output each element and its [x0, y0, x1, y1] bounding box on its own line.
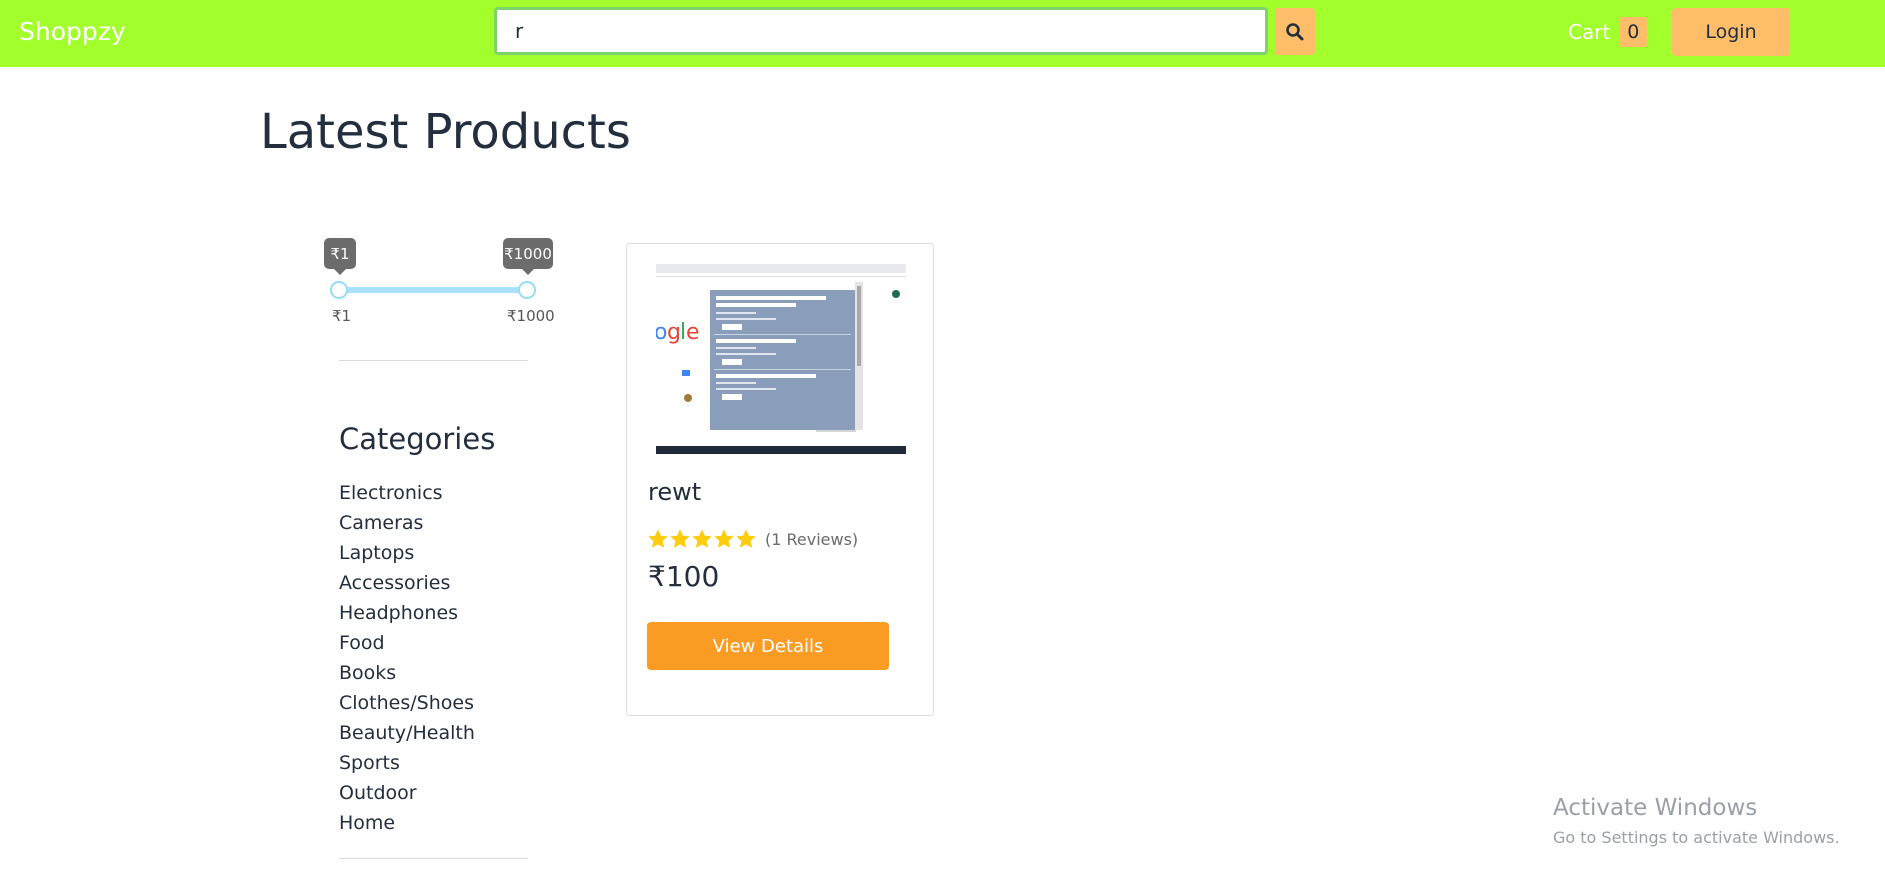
search-button[interactable]	[1275, 8, 1315, 55]
max-price-handle[interactable]	[518, 281, 536, 299]
product-card: o g l e rewt (1 Reviews) ₹100 View Detai…	[626, 243, 934, 716]
product-price: ₹100	[648, 560, 720, 593]
product-image[interactable]: o g l e	[656, 264, 906, 454]
svg-text:o: o	[656, 320, 667, 345]
category-item[interactable]: Clothes/Shoes	[339, 688, 475, 718]
category-item[interactable]: Accessories	[339, 568, 475, 598]
price-range-slider: ₹1 ₹1000 ₹1 ₹1000	[320, 236, 560, 336]
category-item[interactable]: Headphones	[339, 598, 475, 628]
slider-track[interactable]	[339, 287, 528, 293]
cart-count-badge: 0	[1619, 17, 1648, 47]
search-icon	[1286, 22, 1304, 40]
product-screenshot-image: o g l e	[656, 264, 906, 454]
brand-logo[interactable]: Shoppzy	[19, 15, 126, 49]
search-input[interactable]	[494, 7, 1268, 55]
category-item[interactable]: Electronics	[339, 478, 475, 508]
category-item[interactable]: Laptops	[339, 538, 475, 568]
categories-divider	[339, 858, 528, 859]
max-price-mark: ₹1000	[507, 307, 555, 325]
navbar: Shoppzy Cart 0 Login	[0, 0, 1885, 67]
filter-divider	[339, 360, 528, 361]
category-item[interactable]: Cameras	[339, 508, 475, 538]
cart-link[interactable]: Cart 0	[1568, 17, 1648, 47]
min-price-handle[interactable]	[330, 281, 348, 299]
categories-title: Categories	[339, 422, 496, 456]
svg-text:e: e	[686, 320, 700, 345]
view-details-button[interactable]: View Details	[647, 622, 889, 670]
category-item[interactable]: Outdoor	[339, 778, 475, 808]
star-icon	[736, 529, 756, 548]
windows-activation-subtitle: Go to Settings to activate Windows.	[1553, 828, 1840, 847]
cart-label: Cart	[1568, 20, 1611, 44]
category-item[interactable]: Beauty/Health	[339, 718, 475, 748]
star-icon	[648, 529, 668, 548]
star-icon	[692, 529, 712, 548]
page-title: Latest Products	[260, 104, 631, 160]
review-count: (1 Reviews)	[765, 529, 859, 549]
star-icon	[670, 529, 690, 548]
windows-activation-title: Activate Windows	[1553, 795, 1758, 821]
svg-text:g: g	[667, 320, 681, 345]
category-item[interactable]: Home	[339, 808, 475, 838]
product-rating: (1 Reviews)	[647, 528, 858, 550]
category-item[interactable]: Sports	[339, 748, 475, 778]
max-price-tooltip: ₹1000	[503, 238, 553, 275]
category-item[interactable]: Food	[339, 628, 475, 658]
category-list: Electronics Cameras Laptops Accessories …	[339, 478, 475, 838]
product-name[interactable]: rewt	[648, 476, 701, 508]
min-price-tooltip: ₹1	[324, 238, 356, 275]
login-button[interactable]: Login	[1672, 8, 1790, 56]
category-item[interactable]: Books	[339, 658, 475, 688]
min-price-mark: ₹1	[332, 307, 352, 325]
star-icon	[714, 529, 734, 548]
